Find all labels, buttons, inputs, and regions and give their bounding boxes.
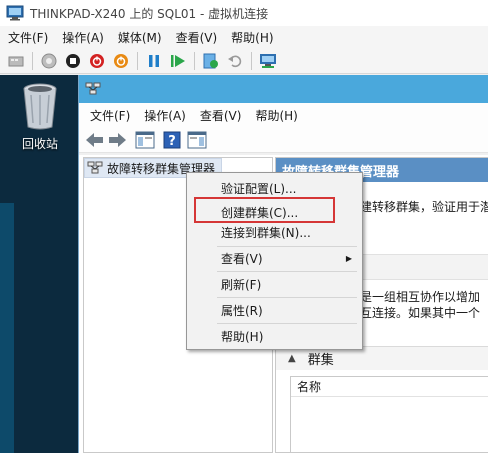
power-icon[interactable] (112, 52, 130, 70)
fcm-menu-view[interactable]: 查看(V) (193, 107, 249, 124)
cluster-manager-app-icon (85, 82, 101, 95)
menu-item-connect-to-cluster[interactable]: 连接到群集(N)... (187, 221, 362, 243)
vm-connection-icon (6, 5, 24, 21)
vm-window-title: THINKPAD-X240 上的 SQL01 - 虚拟机连接 (30, 6, 269, 21)
cluster-manager-tree-icon (87, 161, 103, 174)
collapse-chevron-icon[interactable]: ▲ (288, 353, 296, 364)
fcm-menu-help[interactable]: 帮助(H) (248, 107, 304, 124)
help-icon[interactable]: ? (163, 131, 181, 149)
pane-description-line-2: 是一组相互协作以增加 (360, 290, 481, 304)
revert-icon[interactable] (226, 52, 244, 70)
fcm-toolbar: ? (79, 127, 488, 153)
recycle-bin-icon (23, 83, 57, 130)
fcm-menu-file[interactable]: 文件(F) (83, 107, 137, 124)
clusters-section-title: 群集 (307, 353, 334, 368)
menu-item-label: 刷新(F) (221, 277, 262, 292)
resume-icon[interactable] (169, 52, 187, 70)
menu-separator (217, 297, 357, 298)
fcm-menubar: 文件(F) 操作(A) 查看(V) 帮助(H) (79, 103, 488, 127)
toolbar-separator (32, 51, 33, 70)
menu-item-refresh[interactable]: 刷新(F) (187, 273, 362, 295)
ctrl-alt-del-icon[interactable] (7, 52, 25, 70)
menu-item-label: 帮助(H) (221, 329, 264, 344)
menu-item-label: 连接到群集(N)... (221, 225, 311, 240)
column-header-name[interactable]: 名称 (291, 377, 488, 397)
show-hide-action-pane-icon[interactable] (187, 131, 207, 149)
submenu-arrow-icon: ▶ (345, 253, 352, 263)
menu-item-help[interactable]: 帮助(H) (187, 325, 362, 347)
back-arrow-icon[interactable] (85, 132, 105, 148)
vm-title-bar: THINKPAD-X240 上的 SQL01 - 虚拟机连接 (0, 0, 488, 26)
menu-item-properties[interactable]: 属性(R) (187, 299, 362, 321)
pause-icon[interactable] (145, 52, 163, 70)
menu-item-view[interactable]: 查看(V) ▶ (187, 247, 362, 269)
watermark: 亿速云 (392, 429, 460, 449)
vm-menubar: 文件(F) 操作(A) 媒体(M) 查看(V) 帮助(H) (0, 26, 488, 48)
pane-description-line-1: 建转移群集，验证用于潜 (360, 200, 488, 214)
watermark-text: 亿速云 (418, 432, 460, 448)
show-hide-console-tree-icon[interactable] (135, 131, 155, 149)
checkpoint-icon[interactable] (202, 52, 220, 70)
menu-separator (217, 271, 357, 272)
menu-item-label: 验证配置(L)... (221, 181, 297, 196)
toolbar-separator (137, 51, 138, 70)
vm-menu-media[interactable]: 媒体(M) (110, 29, 168, 46)
fcm-menu-action[interactable]: 操作(A) (137, 107, 193, 124)
forward-arrow-icon[interactable] (107, 132, 127, 148)
toolbar-separator (194, 51, 195, 70)
shut-down-icon[interactable] (88, 52, 106, 70)
menu-item-label: 查看(V) (221, 251, 263, 266)
vm-toolbar (0, 48, 488, 74)
vm-menu-view[interactable]: 查看(V) (168, 29, 224, 46)
recycle-bin-label: 回收站 (21, 137, 58, 151)
annotation-highlight-box (194, 197, 335, 223)
vm-menu-help[interactable]: 帮助(H) (223, 29, 279, 46)
svg-text:?: ? (168, 134, 176, 149)
vm-menu-file[interactable]: 文件(F) (0, 29, 54, 46)
vm-menu-action[interactable]: 操作(A) (54, 29, 110, 46)
toolbar-separator (251, 51, 252, 70)
menu-item-label: 属性(R) (221, 303, 263, 318)
recycle-bin-shortcut[interactable]: 回收站 (14, 81, 66, 152)
menu-separator (217, 323, 357, 324)
watermark-logo-icon (393, 434, 413, 445)
enhanced-session-icon[interactable] (259, 52, 277, 70)
desktop-wallpaper-accent (0, 203, 14, 453)
fcm-title-bar (79, 75, 488, 103)
start-icon[interactable] (40, 52, 58, 70)
turn-off-icon[interactable] (64, 52, 82, 70)
menu-item-validate-configuration[interactable]: 验证配置(L)... (187, 177, 362, 199)
pane-description-line-3: 互连接。如果其中一个 (360, 306, 481, 320)
